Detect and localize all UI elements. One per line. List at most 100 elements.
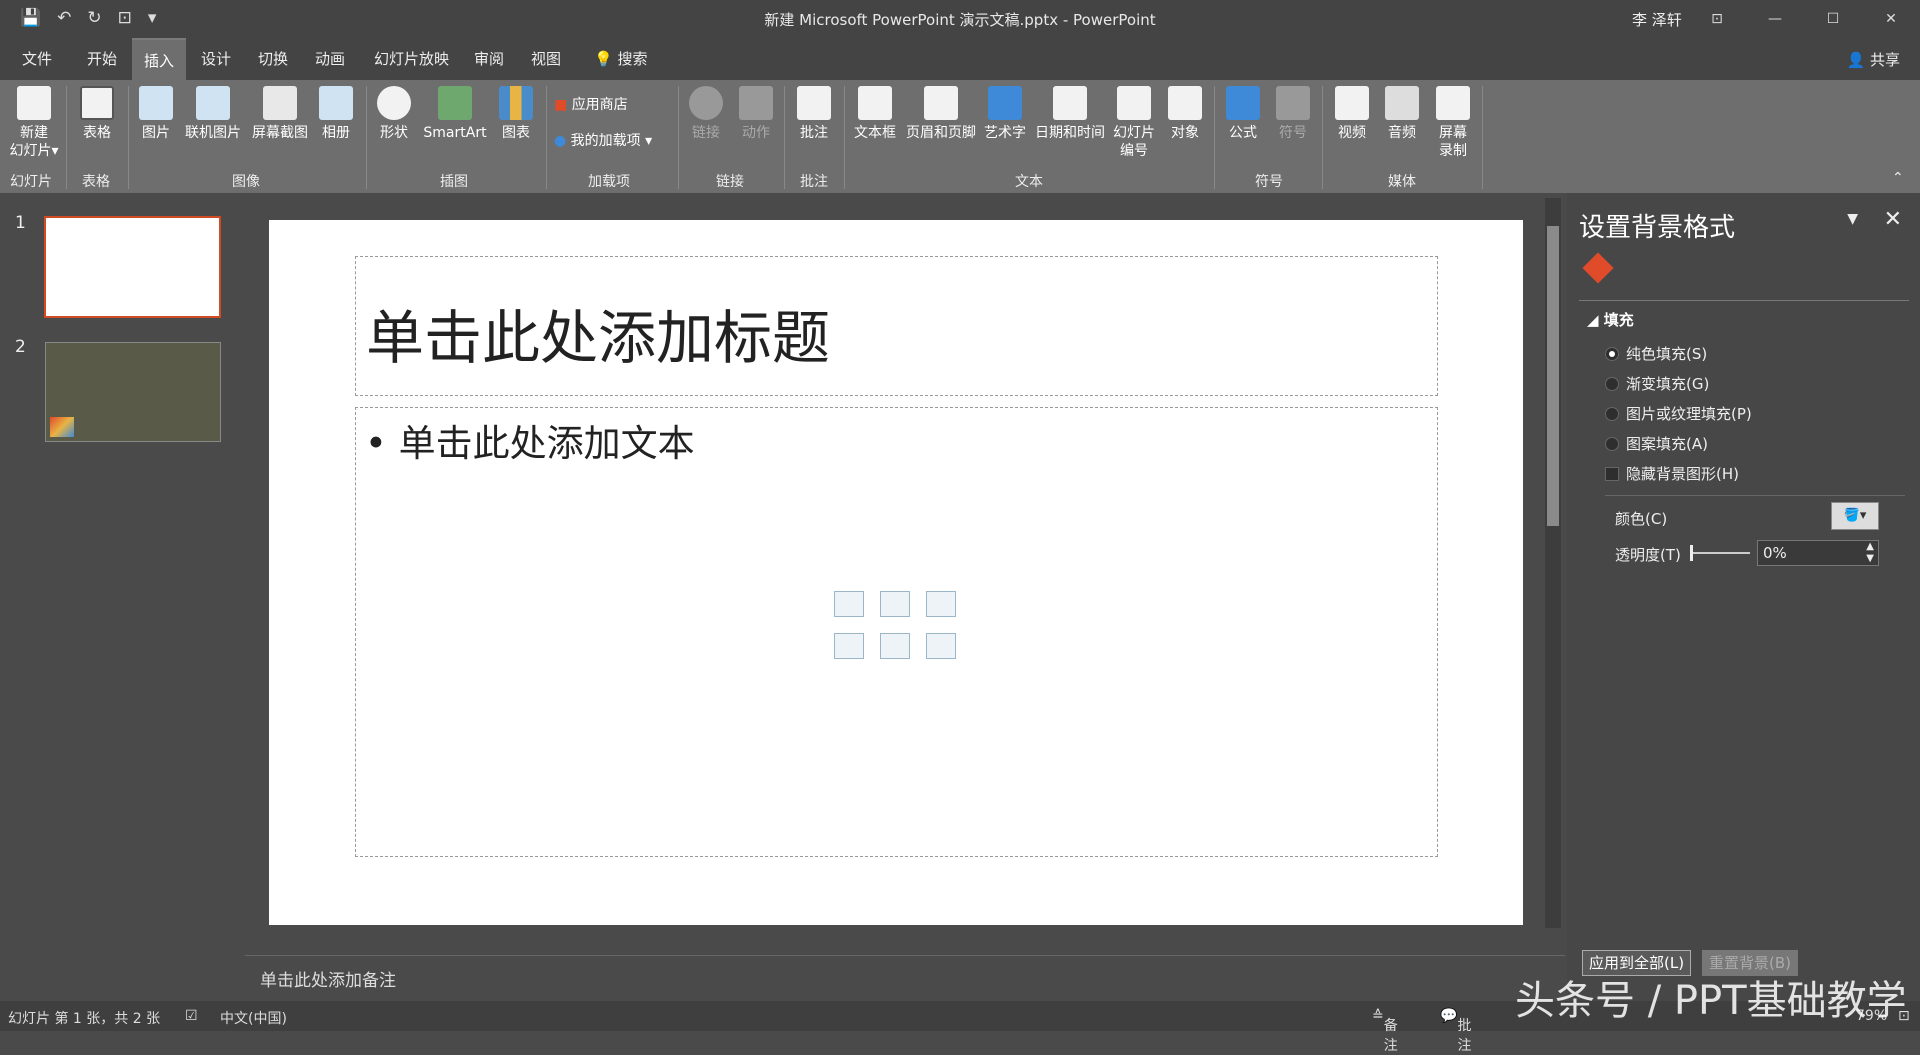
share-button[interactable]: 👤 共享 (1847, 49, 1900, 70)
transparency-slider[interactable] (1690, 545, 1750, 561)
video-button[interactable]: 视频 (1330, 86, 1374, 142)
slide-thumbnail-2[interactable] (45, 342, 221, 442)
solid-fill-label: 纯色填充(S) (1626, 345, 1708, 363)
fill-bucket-icon[interactable] (1582, 252, 1614, 284)
title-placeholder[interactable]: 单击此处添加标题 (355, 256, 1438, 396)
vertical-scrollbar[interactable] (1545, 198, 1561, 928)
close-window-button[interactable]: ✕ (1862, 0, 1920, 38)
shapes-button[interactable]: 形状 (372, 86, 416, 142)
ribbon-display-options-icon[interactable]: ⊡ (1688, 0, 1746, 38)
language[interactable]: 中文(中国) (220, 1008, 287, 1028)
table-button[interactable]: 表格 (72, 86, 122, 142)
slide-editor: 单击此处添加标题 • 单击此处添加文本 (245, 193, 1535, 951)
insert-online-picture-icon[interactable] (880, 633, 910, 659)
transparency-input[interactable]: 0% ▲ ▼ (1757, 540, 1879, 566)
chart-icon (499, 86, 533, 120)
table-icon (80, 86, 114, 120)
comment-button[interactable]: 批注 (792, 86, 836, 142)
redo-icon[interactable]: ↻ (87, 8, 101, 28)
wordart-button[interactable]: 艺术字 (982, 86, 1028, 142)
hide-background-graphics-option[interactable]: 隐藏背景图形(H) (1605, 463, 1739, 484)
my-addins-button[interactable]: ● 我的加载项 ▾ (554, 132, 652, 150)
tab-transitions[interactable]: 切换 (246, 38, 300, 80)
object-label: 对象 (1171, 125, 1199, 141)
scrollbar-thumb[interactable] (1547, 226, 1559, 526)
solid-fill-option[interactable]: 纯色填充(S) (1605, 343, 1707, 364)
equation-button[interactable]: 公式 (1220, 86, 1266, 142)
insert-video-icon[interactable] (926, 633, 956, 659)
tab-home[interactable]: 开始 (75, 38, 129, 80)
group-label-slides: 幻灯片 (10, 174, 52, 190)
action-button[interactable]: 动作 (736, 86, 776, 142)
maximize-button[interactable]: ☐ (1804, 0, 1862, 38)
store-button[interactable]: ■ 应用商店 (554, 96, 628, 114)
date-time-button[interactable]: 日期和时间 (1032, 86, 1108, 142)
my-addins-label: 我的加载项 (570, 133, 641, 149)
tab-insert[interactable]: 插入 (132, 38, 187, 80)
notes-pane[interactable]: 单击此处添加备注 (245, 955, 1565, 997)
addins-icon: ● (554, 133, 567, 149)
minimize-button[interactable]: — (1746, 0, 1804, 38)
undo-icon[interactable]: ↶ (57, 8, 71, 28)
spin-arrows-icon[interactable]: ▲ ▼ (1866, 541, 1874, 565)
save-icon[interactable]: 💾 (20, 8, 41, 28)
new-slide-button[interactable]: 新建 幻灯片▾ (6, 86, 62, 160)
slider-handle[interactable] (1690, 545, 1693, 561)
insert-picture-icon[interactable] (834, 633, 864, 659)
radio[interactable] (1605, 376, 1619, 391)
symbol-button[interactable]: 符号 (1270, 86, 1316, 142)
fill-section-header[interactable]: ◢ 填充 (1587, 309, 1634, 330)
notes-toggle[interactable]: ≙ 备注 (1372, 1008, 1398, 1054)
tab-design[interactable]: 设计 (189, 38, 243, 80)
smartart-button[interactable]: SmartArt (420, 86, 490, 142)
chart-label: 图表 (502, 125, 530, 141)
pattern-fill-option[interactable]: 图案填充(A) (1605, 433, 1708, 454)
tab-file[interactable]: 文件 (10, 38, 64, 80)
comment-icon (797, 86, 831, 120)
textbox-button[interactable]: 文本框 (850, 86, 900, 142)
content-placeholder[interactable]: • 单击此处添加文本 (355, 407, 1438, 857)
audio-button[interactable]: 音频 (1380, 86, 1424, 142)
radio-selected[interactable] (1605, 346, 1619, 361)
photo-album-button[interactable]: 相册 (314, 86, 358, 142)
picture-fill-option[interactable]: 图片或纹理填充(P) (1605, 403, 1752, 424)
header-footer-button[interactable]: 页眉和页脚 (902, 86, 980, 142)
chart-button[interactable]: 图表 (494, 86, 538, 142)
checkbox[interactable] (1605, 466, 1619, 481)
spellcheck-icon[interactable]: ☑ (185, 1008, 198, 1024)
radio[interactable] (1605, 406, 1619, 421)
tab-view[interactable]: 视图 (519, 38, 573, 80)
divider (66, 86, 67, 189)
qat-more-icon[interactable]: ▾ (148, 8, 157, 28)
online-picture-button[interactable]: 联机图片 (180, 86, 246, 142)
link-button[interactable]: 链接 (686, 86, 726, 142)
radio[interactable] (1605, 436, 1619, 451)
picture-button[interactable]: 图片 (134, 86, 178, 142)
tab-animations[interactable]: 动画 (303, 38, 357, 80)
insert-chart-icon[interactable] (880, 591, 910, 617)
user-name[interactable]: 李 泽轩 (1632, 9, 1682, 30)
comments-toggle-label: 批注 (1457, 1018, 1472, 1054)
group-label-media: 媒体 (1388, 174, 1416, 190)
store-label: 应用商店 (571, 97, 628, 113)
pane-options-icon[interactable]: ▼ (1847, 211, 1858, 227)
collapse-ribbon-icon[interactable]: ⌃ (1892, 170, 1904, 186)
screen-recording-button[interactable]: 屏幕 录制 (1430, 86, 1476, 160)
screenshot-button[interactable]: 屏幕截图 (248, 86, 312, 142)
tab-review[interactable]: 审阅 (462, 38, 516, 80)
slide-number-button[interactable]: 幻灯片 编号 (1110, 86, 1158, 160)
divider (546, 86, 547, 189)
current-slide[interactable]: 单击此处添加标题 • 单击此处添加文本 (269, 220, 1523, 925)
insert-table-icon[interactable] (834, 591, 864, 617)
gradient-fill-option[interactable]: 渐变填充(G) (1605, 373, 1709, 394)
comments-toggle[interactable]: 💬 批注 (1440, 1008, 1471, 1054)
screenshot-label: 屏幕截图 (252, 125, 308, 141)
slide-thumbnail-1[interactable] (44, 216, 221, 318)
color-picker-button[interactable]: 🪣▾ (1831, 502, 1879, 530)
present-icon[interactable]: ⊡ (118, 8, 132, 28)
tab-slideshow[interactable]: 幻灯片放映 (362, 38, 461, 80)
tell-me-search[interactable]: 💡 搜索 (582, 38, 659, 80)
close-pane-icon[interactable]: ✕ (1884, 207, 1902, 232)
insert-smartart-icon[interactable] (926, 591, 956, 617)
object-button[interactable]: 对象 (1162, 86, 1208, 142)
